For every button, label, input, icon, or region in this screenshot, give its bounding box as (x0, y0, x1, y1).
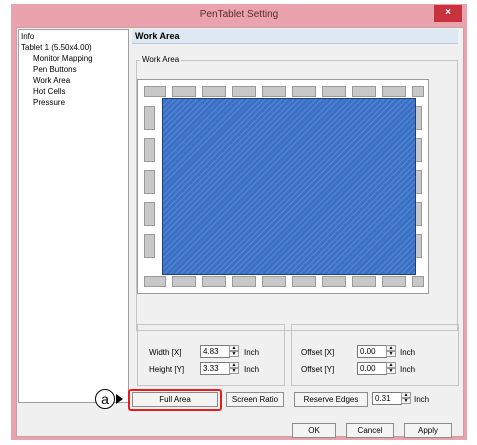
offset-y-spin-arrows[interactable]: ▲ ▼ (386, 362, 396, 375)
edge-block (322, 276, 346, 287)
edge-block (202, 86, 226, 97)
edge-block (292, 276, 316, 287)
full-area-highlight (128, 389, 222, 411)
tree-item-hot-cells[interactable]: Hot Cells (33, 87, 65, 97)
height-spin-arrows[interactable]: ▲ ▼ (229, 362, 239, 375)
height-label: Height [Y] (149, 365, 185, 374)
height-unit: Inch (244, 365, 260, 374)
edge-block (172, 86, 196, 97)
callout-marker: a (95, 389, 115, 409)
edge-block (412, 276, 424, 287)
edge-block (292, 86, 316, 97)
edge-block (144, 86, 166, 97)
section-title: Work Area (135, 31, 180, 41)
edge-block (382, 276, 406, 287)
edge-block (232, 276, 256, 287)
tree-item-monitor-mapping[interactable]: Monitor Mapping (33, 54, 93, 64)
edge-block (144, 170, 155, 194)
reserve-edges-spinner[interactable]: 0.31 ▲ ▼ (372, 392, 412, 405)
settings-tree: Info Tablet 1 (5.50x4.00) Monitor Mappin… (18, 29, 129, 403)
tree-item-work-area[interactable]: Work Area (33, 76, 70, 86)
offset-y-label: Offset [Y] (301, 365, 335, 374)
width-label: Width [X] (149, 348, 182, 357)
width-input[interactable]: 4.83 (200, 345, 230, 358)
screen-ratio-button[interactable]: Screen Ratio (226, 392, 284, 407)
edge-block (262, 276, 286, 287)
edge-block (382, 86, 406, 97)
offset-x-spinner[interactable]: 0.00 ▲ ▼ (357, 345, 397, 358)
width-unit: Inch (244, 348, 260, 357)
edge-block (144, 106, 155, 130)
edge-block (144, 234, 155, 258)
offset-x-input[interactable]: 0.00 (357, 345, 387, 358)
edge-block (412, 86, 424, 97)
title-bar[interactable]: PenTablet Setting × (11, 4, 467, 26)
offset-x-unit: Inch (400, 348, 416, 357)
edge-block (232, 86, 256, 97)
edge-block (352, 276, 376, 287)
section-header: Work Area (132, 29, 458, 44)
reserve-edges-unit: Inch (414, 395, 430, 404)
offset-y-input[interactable]: 0.00 (357, 362, 387, 375)
edge-block (172, 276, 196, 287)
window-title: PenTablet Setting (199, 9, 279, 20)
edge-block (144, 138, 155, 162)
ok-button[interactable]: OK (292, 423, 336, 438)
close-icon: × (445, 7, 451, 18)
reserve-edges-input[interactable]: 0.31 (372, 392, 402, 405)
edge-block (352, 86, 376, 97)
work-area-group-label: Work Area (140, 55, 182, 64)
width-spinner[interactable]: 4.83 ▲ ▼ (200, 345, 240, 358)
callout-letter: a (101, 391, 109, 407)
edge-block (202, 276, 226, 287)
edge-block (322, 86, 346, 97)
callout-arrow-icon (116, 394, 123, 404)
reserve-edges-button[interactable]: Reserve Edges (294, 392, 368, 407)
height-spinner[interactable]: 3.33 ▲ ▼ (200, 362, 240, 375)
width-spin-arrows[interactable]: ▲ ▼ (229, 345, 239, 358)
offset-y-spinner[interactable]: 0.00 ▲ ▼ (357, 362, 397, 375)
apply-button[interactable]: Apply (404, 423, 452, 438)
height-input[interactable]: 3.33 (200, 362, 230, 375)
offset-y-unit: Inch (400, 365, 416, 374)
close-button[interactable]: × (434, 5, 462, 22)
edge-block (262, 86, 286, 97)
reserve-edges-spin-arrows[interactable]: ▲ ▼ (401, 392, 411, 405)
tree-item-info[interactable]: Info (21, 32, 34, 42)
edge-block (144, 276, 166, 287)
tree-item-pressure[interactable]: Pressure (33, 98, 65, 108)
active-work-area[interactable] (162, 98, 416, 275)
edge-block (144, 202, 155, 226)
cancel-button[interactable]: Cancel (346, 423, 394, 438)
offset-x-spin-arrows[interactable]: ▲ ▼ (386, 345, 396, 358)
tree-item-tablet[interactable]: Tablet 1 (5.50x4.00) (21, 43, 92, 53)
tree-item-pen-buttons[interactable]: Pen Buttons (33, 65, 77, 75)
offset-x-label: Offset [X] (301, 348, 335, 357)
